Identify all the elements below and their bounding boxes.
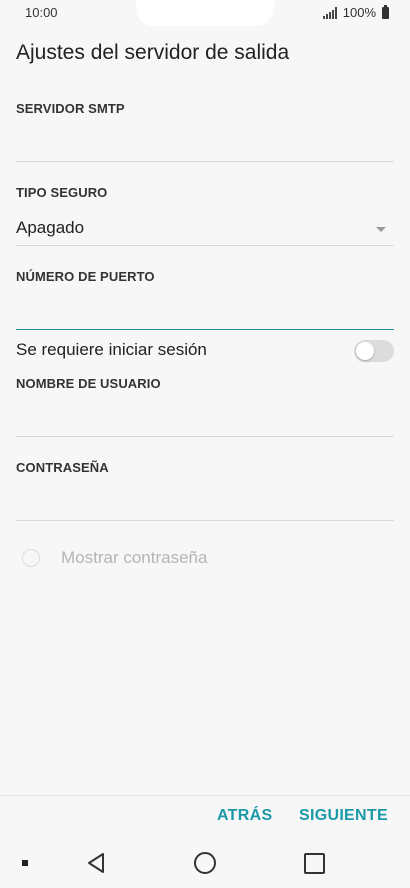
login-required-toggle[interactable] — [354, 340, 394, 362]
show-password-checkbox[interactable] — [22, 549, 40, 567]
page-title: Ajustes del servidor de salida — [16, 41, 290, 64]
smtp-server-label: SERVIDOR SMTP — [16, 101, 125, 116]
dropdown-arrow-icon — [376, 227, 386, 232]
camera-notch — [136, 0, 274, 26]
toggle-knob — [356, 342, 374, 360]
nav-indicator-icon — [22, 860, 28, 866]
bottom-divider — [0, 795, 410, 796]
back-button[interactable]: ATRÁS — [217, 807, 272, 825]
username-label: NOMBRE DE USUARIO — [16, 376, 161, 391]
security-type-label: TIPO SEGURO — [16, 185, 108, 200]
status-time: 10:00 — [25, 5, 58, 20]
port-number-input[interactable] — [16, 298, 394, 318]
signal-icon — [322, 6, 337, 19]
password-label: CONTRASEÑA — [16, 460, 109, 475]
next-button[interactable]: SIGUIENTE — [299, 807, 388, 825]
username-field[interactable] — [16, 405, 394, 437]
recent-apps-icon[interactable] — [304, 853, 325, 874]
navigation-bar — [0, 840, 410, 888]
username-input[interactable] — [16, 405, 394, 425]
login-required-row[interactable]: Se requiere iniciar sesión — [16, 340, 394, 362]
password-input[interactable] — [16, 489, 394, 509]
port-number-label: NÚMERO DE PUERTO — [16, 269, 155, 284]
security-type-dropdown[interactable]: Apagado — [16, 218, 394, 246]
battery-level: 100% — [342, 5, 376, 20]
show-password-row[interactable]: Mostrar contraseña — [22, 547, 207, 569]
back-icon[interactable] — [86, 852, 106, 874]
home-icon[interactable] — [194, 852, 216, 874]
password-field[interactable] — [16, 489, 394, 521]
status-icons: 100% — [322, 4, 389, 20]
smtp-server-field[interactable] — [16, 130, 394, 162]
battery-icon — [382, 4, 389, 19]
smtp-server-input[interactable] — [16, 130, 394, 150]
security-type-value: Apagado — [16, 218, 85, 237]
port-number-field[interactable] — [16, 298, 394, 330]
login-required-label: Se requiere iniciar sesión — [16, 340, 207, 359]
status-bar: 10:00 100% — [0, 0, 410, 26]
show-password-label: Mostrar contraseña — [61, 548, 208, 567]
